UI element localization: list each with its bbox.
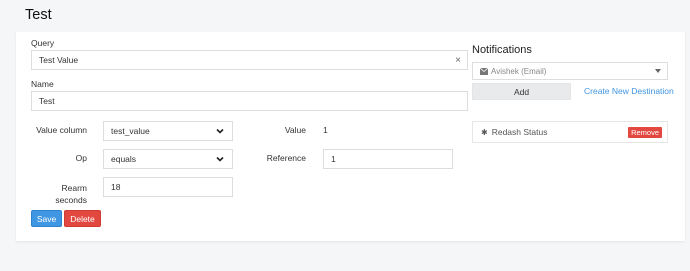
email-icon (480, 67, 488, 75)
reference-input[interactable]: 1 (323, 149, 453, 169)
name-value: Test (39, 96, 55, 106)
reference-label: Reference (266, 153, 306, 163)
destination-placeholder: Avishek (Email) (491, 66, 547, 76)
remove-button[interactable]: Remove (628, 127, 662, 138)
chevron-down-icon (216, 128, 224, 134)
op-selected: equals (111, 154, 137, 164)
op-select[interactable]: equals (103, 149, 233, 169)
op-label: Op (75, 153, 87, 163)
create-destination-link[interactable]: Create New Destination (584, 86, 674, 96)
query-label: Query (31, 38, 55, 48)
chevron-down-icon (216, 156, 224, 162)
caret-down-icon (655, 69, 661, 73)
rearm-label-line1: Rearm (61, 183, 87, 193)
value-column-selected: test_value (111, 126, 150, 136)
save-button[interactable]: Save (31, 210, 62, 227)
query-value: Test Value (39, 55, 79, 65)
rearm-label: Rearm seconds (24, 182, 87, 206)
value-label: Value (284, 125, 306, 135)
destination-row: ✱ Redash Status Remove (472, 121, 668, 143)
rearm-label-line2: seconds (55, 195, 87, 205)
gear-icon: ✱ (481, 127, 488, 137)
clear-icon[interactable]: × (455, 55, 461, 66)
name-label: Name (31, 79, 54, 89)
add-button[interactable]: Add (472, 83, 571, 100)
rearm-input[interactable]: 18 (103, 177, 233, 197)
delete-button[interactable]: Delete (64, 210, 101, 227)
value-display: 1 (323, 125, 328, 135)
alert-card: Query Test Value × Name Test Value colum… (16, 32, 685, 241)
name-input[interactable]: Test (31, 91, 468, 111)
destination-select[interactable]: Avishek (Email) (472, 62, 668, 80)
value-column-select[interactable]: test_value (103, 121, 233, 141)
value-column-label: Value column (36, 125, 87, 135)
page-title: Test (25, 7, 52, 23)
destination-name: Redash Status (491, 127, 548, 137)
rearm-value: 18 (111, 182, 121, 192)
query-select[interactable]: Test Value × (31, 50, 468, 70)
notifications-title: Notifications (472, 44, 532, 56)
reference-value: 1 (331, 154, 336, 164)
